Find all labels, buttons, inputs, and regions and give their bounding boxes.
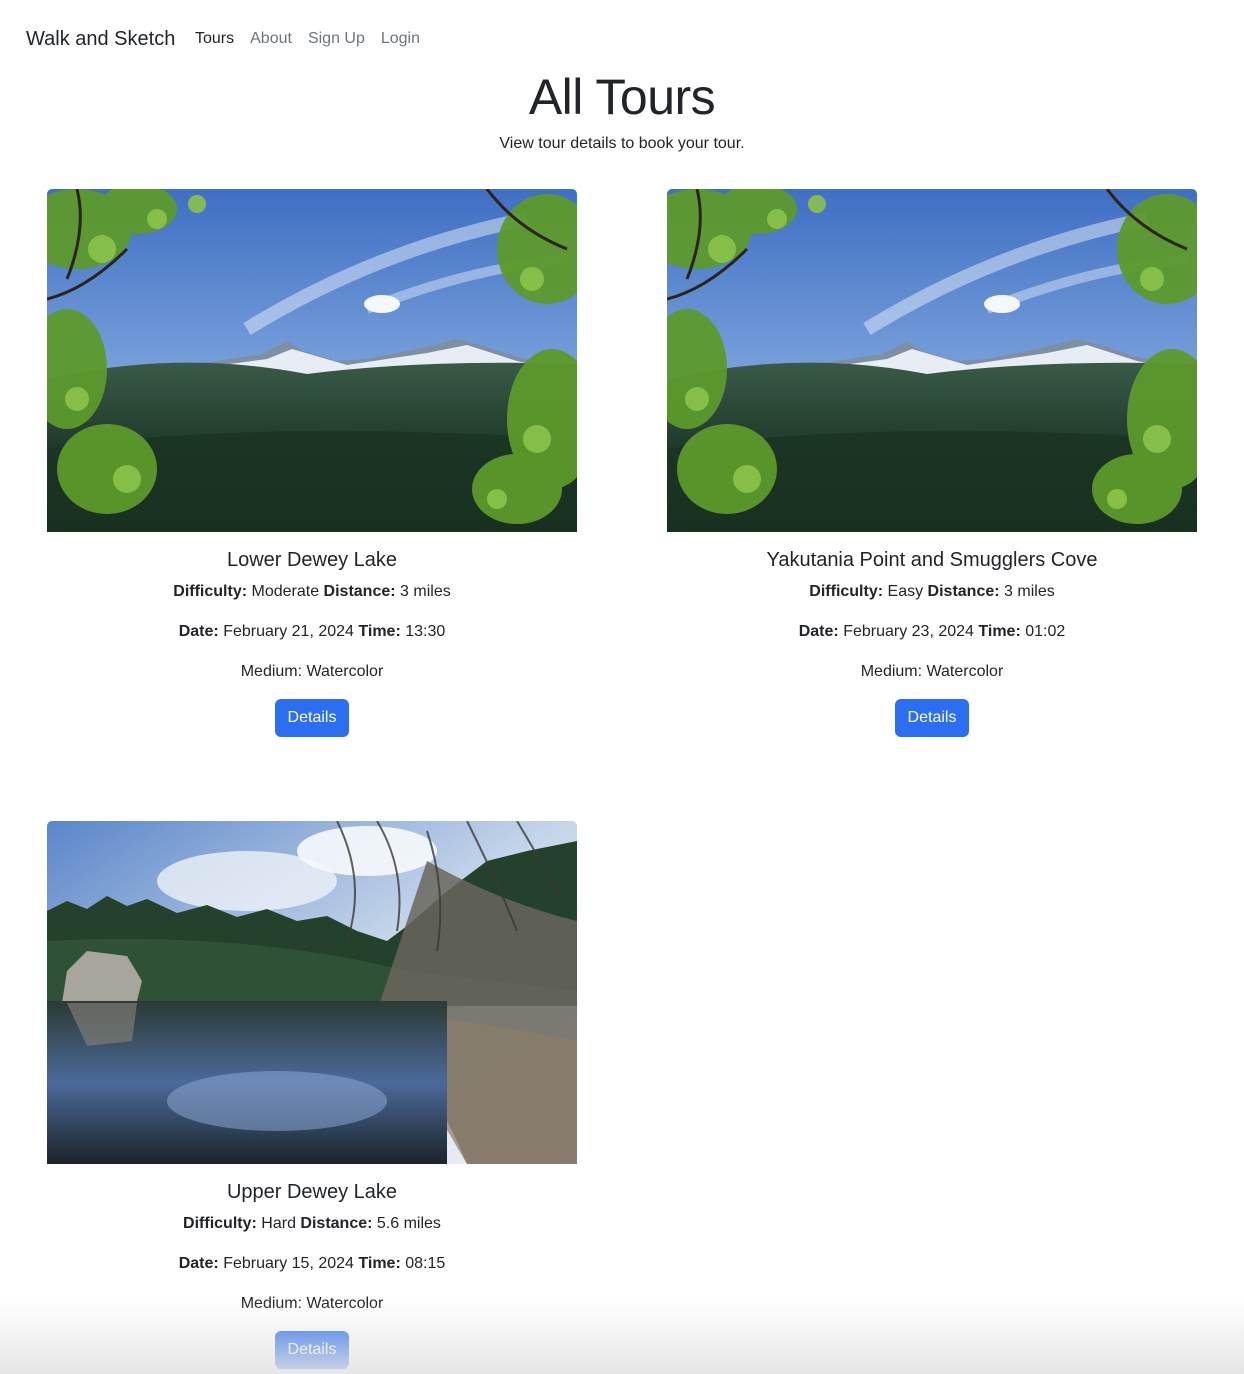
difficulty-label: Difficulty:: [183, 1215, 257, 1232]
tour-date-time: Date: February 21, 2024 Time: 13:30: [47, 620, 577, 644]
time-value: 13:30: [405, 623, 446, 640]
date-label: Date:: [798, 623, 839, 640]
difficulty-value: Moderate: [251, 583, 320, 600]
tour-medium: Medium: Watercolor: [860, 663, 1004, 680]
distance-value: 3 miles: [1004, 583, 1055, 600]
tour-difficulty-distance: Difficulty: Hard Distance: 5.6 miles: [47, 1212, 577, 1236]
time-label: Time:: [978, 623, 1021, 640]
tour-medium: Medium: Watercolor: [240, 1295, 384, 1312]
difficulty-label: Difficulty:: [173, 583, 248, 600]
difficulty-value: Hard: [261, 1215, 296, 1232]
tour-photo-mountain: [667, 189, 1197, 532]
nav-link-sign-up[interactable]: Sign Up: [308, 30, 365, 48]
tour-difficulty-distance: Difficulty: Easy Distance: 3 miles: [667, 580, 1197, 604]
distance-label: Distance:: [927, 583, 1000, 600]
page-subtitle: View tour details to book your tour.: [499, 135, 745, 152]
time-label: Time:: [358, 1255, 401, 1272]
details-button[interactable]: Details: [274, 699, 350, 737]
page-title: All Tours: [528, 69, 716, 125]
tour-photo-lake: [47, 821, 577, 1164]
date-value: February 21, 2024: [223, 623, 354, 640]
date-value: February 15, 2024: [223, 1255, 354, 1272]
distance-value: 5.6 miles: [376, 1215, 441, 1232]
tour-date-time: Date: February 23, 2024 Time: 01:02: [667, 620, 1197, 644]
tour-date-time: Date: February 15, 2024 Time: 08:15: [47, 1252, 577, 1276]
date-value: February 23, 2024: [843, 623, 974, 640]
date-label: Date:: [178, 623, 219, 640]
tour-medium: Medium: Watercolor: [240, 663, 384, 680]
tour-card: Lower Dewey Lake Difficulty: Moderate Di…: [47, 189, 577, 737]
nav-links: Tours About Sign Up Login: [195, 30, 420, 48]
time-value: 01:02: [1025, 623, 1066, 640]
distance-label: Distance:: [323, 583, 396, 600]
details-button[interactable]: Details: [894, 699, 970, 737]
distance-label: Distance:: [300, 1215, 373, 1232]
time-value: 08:15: [405, 1255, 446, 1272]
tour-name: Yakutania Point and Smugglers Cove: [766, 549, 1098, 571]
time-label: Time:: [358, 623, 401, 640]
nav-link-login[interactable]: Login: [381, 30, 420, 48]
brand-link[interactable]: Walk and Sketch: [26, 28, 175, 51]
tour-card: Upper Dewey Lake Difficulty: Hard Distan…: [47, 821, 577, 1369]
date-label: Date:: [178, 1255, 219, 1272]
nav-link-tours[interactable]: Tours: [195, 30, 234, 48]
tour-name: Upper Dewey Lake: [226, 1181, 398, 1203]
tour-name: Lower Dewey Lake: [226, 549, 398, 571]
tour-difficulty-distance: Difficulty: Moderate Distance: 3 miles: [47, 580, 577, 604]
distance-value: 3 miles: [400, 583, 451, 600]
tour-photo-mountain: [47, 189, 577, 532]
nav-link-about[interactable]: About: [250, 30, 292, 48]
difficulty-label: Difficulty:: [809, 583, 884, 600]
difficulty-value: Easy: [887, 583, 924, 600]
details-button[interactable]: Details: [274, 1331, 350, 1369]
tour-card: Yakutania Point and Smugglers Cove Diffi…: [667, 189, 1197, 737]
